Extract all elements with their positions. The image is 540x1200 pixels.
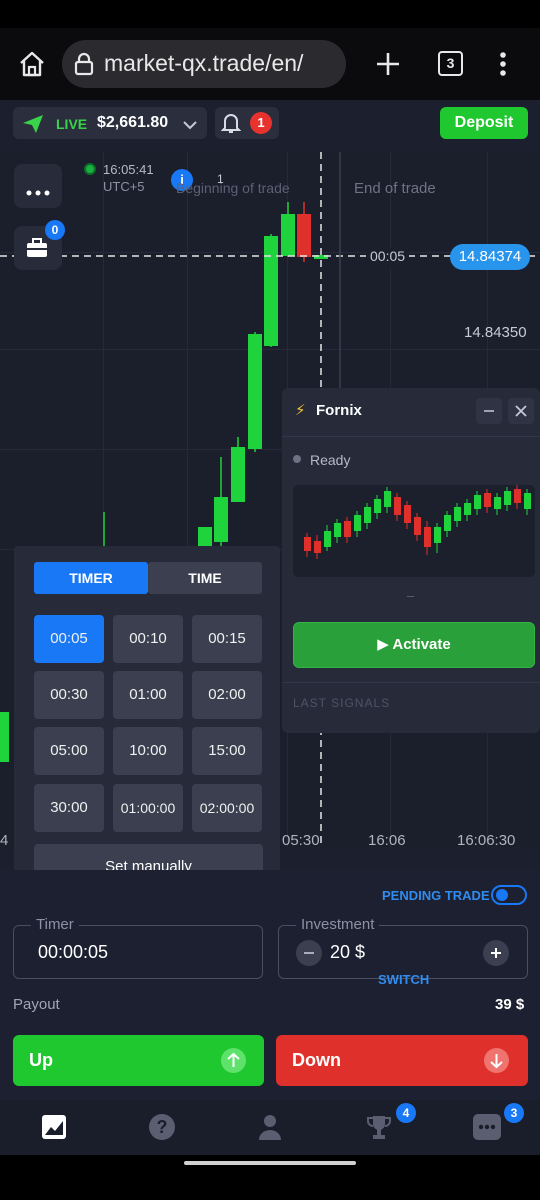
time-tick: 05:30 xyxy=(282,832,320,849)
chevron-down-icon xyxy=(183,117,197,130)
bell-icon xyxy=(220,112,242,134)
home-indicator[interactable] xyxy=(184,1161,356,1165)
timer-value: 00:00:05 xyxy=(38,942,109,962)
tab-switcher-button[interactable]: 3 xyxy=(438,51,463,76)
minus-button[interactable] xyxy=(296,940,322,966)
more-vert-icon[interactable] xyxy=(494,50,512,78)
status-dot xyxy=(293,455,301,463)
tab-time[interactable]: TIME xyxy=(148,562,262,594)
price-level-label: 14.84350 xyxy=(464,324,527,341)
pending-trade-toggle[interactable] xyxy=(491,885,527,905)
up-button[interactable]: Up xyxy=(13,1035,264,1086)
status-bar xyxy=(0,0,540,28)
home-icon[interactable] xyxy=(18,50,46,78)
activate-button[interactable]: ▶ Activate xyxy=(293,622,535,668)
portfolio-badge: 0 xyxy=(45,220,65,240)
clock-icon xyxy=(84,163,96,175)
fornix-dash: – xyxy=(407,588,415,603)
url-text: market-qx.trade/en/ xyxy=(104,50,304,76)
timer-option[interactable]: 00:05 xyxy=(34,615,104,663)
chart-time: 16:05:41 xyxy=(103,162,154,177)
bottom-nav: ? 4 3 xyxy=(0,1100,540,1155)
timer-option[interactable]: 00:30 xyxy=(34,671,104,719)
fornix-preview-chart xyxy=(293,485,535,577)
timer-option[interactable]: 15:00 xyxy=(192,727,262,775)
divider xyxy=(282,436,540,437)
last-signals-label: LAST SIGNALS xyxy=(293,696,391,710)
nav-help-icon[interactable]: ? xyxy=(149,1114,175,1140)
more-horiz-icon xyxy=(26,183,50,196)
nav-trophy-icon[interactable] xyxy=(366,1114,392,1140)
nav-chart-icon[interactable] xyxy=(41,1114,67,1140)
payout-value: 39 $ xyxy=(495,996,525,1013)
timer-option[interactable]: 02:00:00 xyxy=(192,784,262,832)
down-button[interactable]: Down xyxy=(276,1035,528,1086)
lock-icon xyxy=(74,52,94,76)
minimize-button[interactable] xyxy=(476,398,502,424)
new-tab-icon[interactable] xyxy=(375,51,401,77)
timer-option[interactable]: 30:00 xyxy=(34,784,104,832)
nav-chat-icon[interactable] xyxy=(473,1114,501,1140)
timer-option[interactable]: 05:00 xyxy=(34,727,104,775)
timer-option[interactable]: 10:00 xyxy=(113,727,183,775)
divider xyxy=(282,682,540,683)
timer-option[interactable]: 02:00 xyxy=(192,671,262,719)
trade-marker-count: 1 xyxy=(217,172,224,186)
down-label: Down xyxy=(292,1050,341,1070)
pending-trade-label: PENDING TRADE xyxy=(382,888,490,903)
arrow-down-icon xyxy=(484,1048,509,1073)
up-label: Up xyxy=(29,1050,53,1070)
briefcase-icon xyxy=(26,238,48,258)
timer-label: Timer xyxy=(31,916,79,933)
time-tick: 16:06 xyxy=(368,832,406,849)
fornix-widget: ⚡ Fornix Ready – ▶ Activate LAST SIGNALS xyxy=(282,388,540,733)
time-tick: 16:06:30 xyxy=(457,832,516,849)
notification-badge: 1 xyxy=(250,112,272,134)
send-icon xyxy=(22,114,44,134)
trading-app: LIVE $2,661.80 1 Deposit 16:05:41 UTC+5 … xyxy=(0,100,540,1155)
timer-option[interactable]: 01:00:00 xyxy=(113,784,183,832)
countdown: 00:05 xyxy=(366,248,410,268)
arrow-up-icon xyxy=(221,1048,246,1073)
close-icon xyxy=(515,405,527,417)
investment-label: Investment xyxy=(296,916,380,933)
beginning-of-trade-label: Beginning of trade xyxy=(176,180,290,196)
fornix-title: Fornix xyxy=(316,402,362,419)
investment-value: 20 $ xyxy=(330,942,366,962)
fornix-status: Ready xyxy=(310,452,351,468)
time-tick: 4 xyxy=(0,832,9,849)
tab-timer[interactable]: TIMER xyxy=(34,562,148,594)
deposit-button[interactable]: Deposit xyxy=(440,107,528,139)
balance: $2,661.80 xyxy=(97,114,169,131)
chart-timezone: UTC+5 xyxy=(103,179,145,194)
lightning-icon: ⚡ xyxy=(295,402,306,419)
app-header: LIVE $2,661.80 1 Deposit xyxy=(0,100,540,152)
expiration-panel: TIMER TIME 00:05 00:10 00:15 00:30 01:00… xyxy=(14,546,280,901)
trophy-badge: 4 xyxy=(396,1103,416,1123)
switch-label[interactable]: SWITCH xyxy=(378,972,429,987)
candle xyxy=(0,712,9,762)
nav-profile-icon[interactable] xyxy=(257,1113,283,1141)
timer-option[interactable]: 00:10 xyxy=(113,615,183,663)
timer-option[interactable]: 00:15 xyxy=(192,615,262,663)
end-of-trade-label: End of trade xyxy=(354,180,436,197)
payout-label: Payout xyxy=(13,996,60,1013)
minus-icon xyxy=(304,952,314,954)
account-mode: LIVE xyxy=(56,116,88,132)
current-price-tag: 14.84374 xyxy=(450,244,530,270)
chat-badge: 3 xyxy=(504,1103,524,1123)
close-button[interactable] xyxy=(508,398,534,424)
plus-button[interactable] xyxy=(483,940,509,966)
timer-option[interactable]: 01:00 xyxy=(113,671,183,719)
plus-icon xyxy=(491,948,501,958)
